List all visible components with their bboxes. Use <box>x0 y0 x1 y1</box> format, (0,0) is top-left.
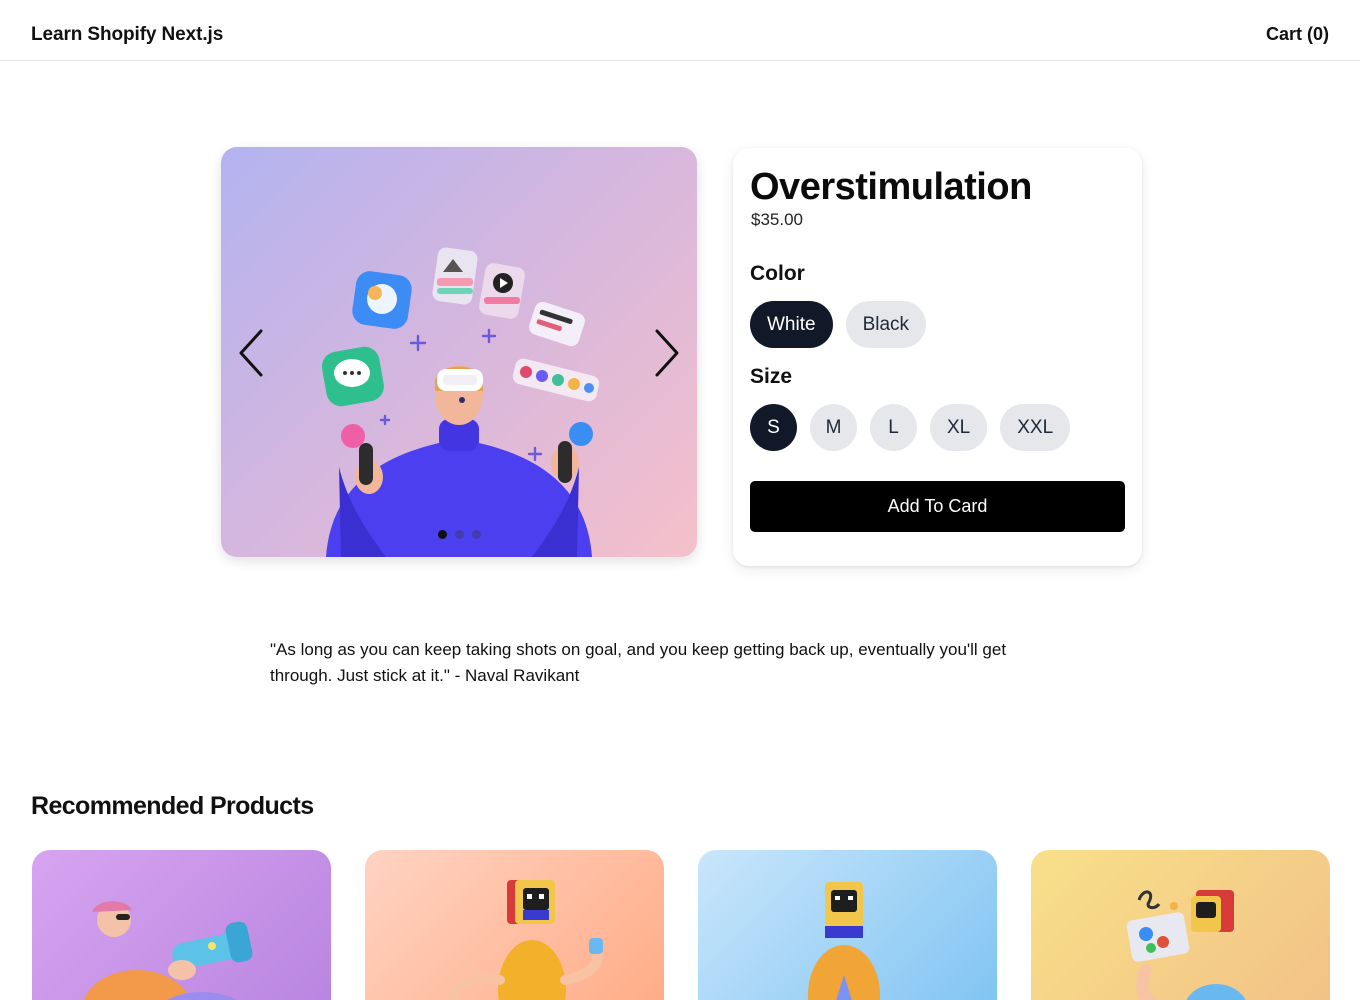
product-description-quote: "As long as you can keep taking shots on… <box>270 640 1007 685</box>
cart-link[interactable]: Cart (0) <box>1266 24 1329 45</box>
product-details-card: Overstimulation $35.00 Color White Black… <box>733 148 1142 566</box>
carousel-dot-3[interactable] <box>471 530 481 539</box>
color-options: White Black <box>750 301 927 349</box>
product-price: $35.00 <box>751 210 803 229</box>
brand-link[interactable]: Learn Shopify Next.js <box>31 24 223 46</box>
recommended-products-heading: Recommended Products <box>31 792 314 820</box>
size-option-label: Size <box>750 365 793 388</box>
size-option-l[interactable]: L <box>870 404 917 451</box>
carousel-next-arrow-icon[interactable] <box>651 327 691 379</box>
add-to-cart-button[interactable]: Add To Card <box>750 481 1125 532</box>
size-options: S M L XL XXL <box>750 404 1071 452</box>
recommended-product-card-4[interactable] <box>1031 850 1330 1000</box>
color-option-label: Color <box>750 262 805 285</box>
top-navigation-bar: Learn Shopify Next.js Cart (0) <box>0 0 1360 61</box>
recommended-product-card-2[interactable] <box>365 850 664 1000</box>
carousel-prev-arrow-icon[interactable] <box>227 327 267 379</box>
carousel-dot-2[interactable] <box>454 530 464 539</box>
recommended-product-image-1 <box>83 901 253 1000</box>
size-option-xxl[interactable]: XXL <box>1000 404 1071 451</box>
recommended-product-image-2 <box>447 880 603 1000</box>
size-option-m[interactable]: M <box>810 404 857 451</box>
product-illustration <box>321 247 600 557</box>
product-title: Overstimulation <box>750 166 1032 208</box>
recommended-product-image-3 <box>808 882 880 1000</box>
recommended-product-card-1[interactable] <box>32 850 331 1000</box>
recommended-product-card-3[interactable] <box>698 850 997 1000</box>
carousel-pagination <box>221 530 697 539</box>
recommended-product-image-4 <box>1126 890 1246 1000</box>
product-image-carousel <box>221 147 697 557</box>
carousel-dot-1[interactable] <box>437 530 447 539</box>
size-option-s[interactable]: S <box>750 404 797 451</box>
color-option-black[interactable]: Black <box>845 301 927 348</box>
color-option-white[interactable]: White <box>750 301 833 348</box>
size-option-xl[interactable]: XL <box>930 404 988 451</box>
